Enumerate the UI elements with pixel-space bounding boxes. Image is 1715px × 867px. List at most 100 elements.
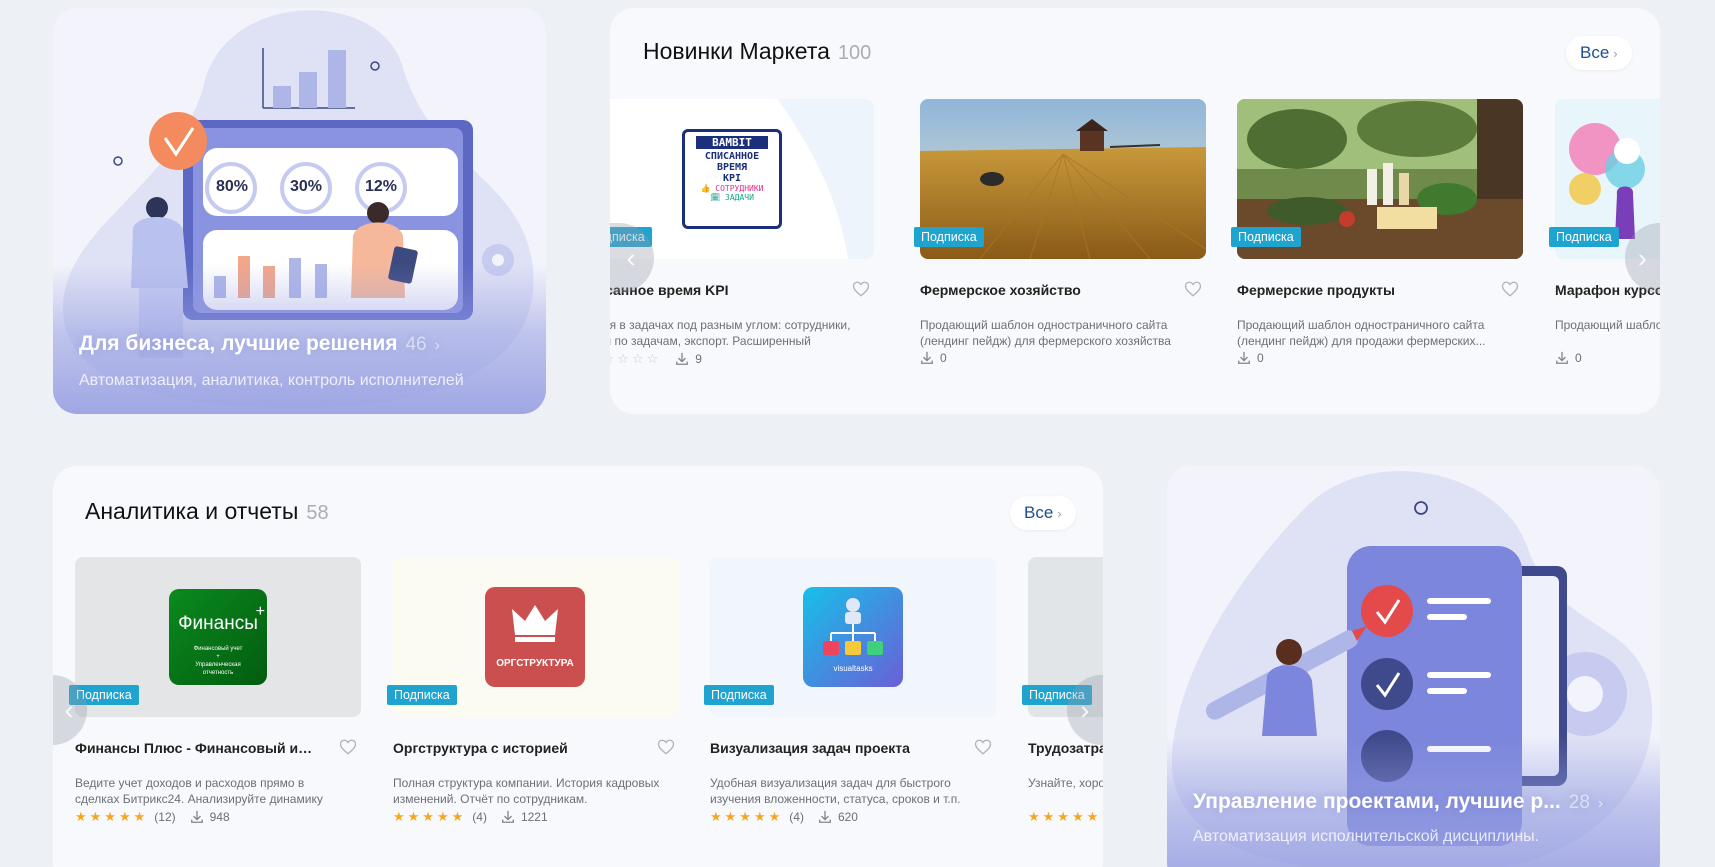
app-meta: ★★★★★ (4) 620 bbox=[710, 809, 858, 825]
finance-logo-name: Финансы + bbox=[178, 603, 265, 634]
download-count: 0 bbox=[940, 351, 947, 365]
app-title[interactable]: Оргструктура с историей bbox=[393, 740, 633, 756]
download-count: 620 bbox=[837, 810, 858, 824]
section-count: 58 bbox=[306, 502, 329, 524]
all-button[interactable]: Все › bbox=[1566, 36, 1632, 70]
section-title: Новинки Маркета 100 bbox=[643, 38, 871, 65]
app-meta: 0 bbox=[920, 351, 947, 365]
visualtasks-logo-name: visualtasks bbox=[833, 664, 873, 673]
rating-stars: ★★★★★ bbox=[710, 809, 784, 824]
org-logo-name: ОРГСТРУКТУРА bbox=[496, 658, 574, 669]
download-icon bbox=[921, 351, 933, 364]
chevron-right-icon: › bbox=[1613, 45, 1618, 61]
app-description: Продающий шаблон одностраничного сайта (… bbox=[1237, 318, 1486, 348]
all-button[interactable]: Все › bbox=[1010, 496, 1076, 530]
subscription-badge: Подписка bbox=[704, 685, 774, 705]
rating-stars: ★★★★★ bbox=[1028, 809, 1102, 824]
app-title[interactable]: Фермерское хозяйство bbox=[920, 282, 1160, 298]
download-icon bbox=[1556, 351, 1568, 364]
kpi-logo-line5: 🗓 ЗАДАЧИ bbox=[710, 193, 754, 202]
promo-business-count: 46 bbox=[405, 334, 427, 355]
kpi-logo: BAMBIT СПИСАННОЕ ВРЕМЯ KPI 👍 СОТРУДНИКИ … bbox=[682, 129, 782, 229]
promo-projects-card[interactable]: Управление проектами, лучшие р... 28 › Авт… bbox=[1167, 466, 1660, 867]
app-description: Удобная визуализация задач для быстрого … bbox=[710, 776, 961, 806]
rating-count: (12) bbox=[154, 810, 176, 824]
app-title[interactable]: Финансы Плюс - Финансовый и упра... bbox=[75, 740, 315, 756]
download-icon bbox=[502, 810, 514, 823]
analytics-section: Аналитика и отчеты 58 Все › Финансы + Финан… bbox=[53, 466, 1103, 867]
download-icon bbox=[1238, 351, 1250, 364]
app-meta: ★★★★★ bbox=[1028, 809, 1101, 825]
org-logo: ОРГСТРУКТУРА bbox=[485, 587, 585, 687]
app-description: Продающий шабло (лендинг пейдж) дл bbox=[1555, 318, 1660, 332]
rating-count: (4) bbox=[472, 810, 487, 824]
app-meta: ★★★★★ (12) 948 bbox=[75, 809, 230, 825]
promo-projects-subtitle: Автоматизация исполнительской дисциплины… bbox=[1193, 828, 1540, 845]
app-description: Узнайте, хоро bbox=[1028, 776, 1103, 790]
download-count: 9 bbox=[695, 352, 702, 366]
heart-icon[interactable] bbox=[1184, 280, 1202, 298]
all-button-label: Все bbox=[1580, 43, 1610, 62]
promo-projects-title-text: Управление проектами, лучшие р... bbox=[1193, 790, 1561, 813]
visualtasks-logo: visualtasks bbox=[803, 587, 903, 687]
download-icon bbox=[676, 352, 689, 365]
app-meta: 0 bbox=[1555, 351, 1582, 365]
app-description: Ведите учет доходов и расходов прямо в с… bbox=[75, 776, 323, 806]
heart-icon[interactable] bbox=[852, 280, 870, 298]
app-meta: ☆☆☆☆☆ 9 bbox=[610, 351, 702, 367]
promo-business-title[interactable]: Для бизнеса, лучшие решения 46 › bbox=[79, 332, 440, 356]
pct-12: 12% bbox=[365, 178, 398, 195]
rating-count: (4) bbox=[789, 810, 804, 824]
section-count: 100 bbox=[837, 42, 872, 64]
promo-projects-title[interactable]: Управление проектами, лучшие р... 28 › bbox=[1193, 790, 1603, 814]
download-count: 0 bbox=[1575, 351, 1582, 365]
kpi-logo-line1: СПИСАННОЕ bbox=[704, 151, 760, 162]
download-count: 0 bbox=[1257, 351, 1264, 365]
section-title-text: Аналитика и отчеты bbox=[85, 498, 299, 524]
pct-80: 80% bbox=[216, 178, 249, 195]
heart-icon[interactable] bbox=[657, 738, 675, 756]
chevron-right-icon: › bbox=[434, 337, 440, 354]
kpi-logo-line3: KPI bbox=[722, 173, 742, 184]
crown-icon bbox=[512, 605, 558, 642]
chevron-right-icon: › bbox=[1057, 505, 1062, 521]
promo-projects-count: 28 bbox=[1568, 792, 1590, 813]
download-count: 948 bbox=[209, 810, 230, 824]
subscription-badge: Подписка bbox=[1549, 227, 1619, 247]
rating-stars: ★★★★★ bbox=[75, 809, 149, 824]
download-icon bbox=[190, 810, 203, 823]
promo-business-subtitle: Автоматизация, аналитика, контроль испол… bbox=[79, 372, 464, 389]
rating-stars: ☆☆☆☆☆ bbox=[610, 351, 662, 366]
promo-business-card[interactable]: 80% 30% 12% Для бизнеса, лучшие решения 4… bbox=[53, 8, 546, 414]
rating-stars: ★★★★★ bbox=[393, 809, 467, 824]
hierarchy-icon bbox=[823, 598, 883, 655]
kpi-logo-line2: ВРЕМЯ bbox=[716, 162, 748, 173]
app-description: Полная структура компании. История кадро… bbox=[393, 776, 660, 806]
app-meta: 0 bbox=[1237, 351, 1264, 365]
finance-logo-caption: Финансовый учет + Управленческая отчетность bbox=[193, 646, 243, 676]
section-title-text: Новинки Маркета bbox=[643, 38, 830, 64]
app-description: Продающий шаблон одностраничного сайта (… bbox=[920, 318, 1171, 348]
market-new-section: Новинки Маркета 100 Все › BAMBIT СПИСАННОЕ… bbox=[610, 8, 1660, 414]
heart-icon[interactable] bbox=[339, 738, 357, 756]
app-title[interactable]: писанное время KPI bbox=[610, 282, 828, 298]
app-title[interactable]: Фермерские продукты bbox=[1237, 282, 1477, 298]
download-count: 1221 bbox=[520, 810, 548, 824]
download-icon bbox=[819, 810, 831, 823]
section-title: Аналитика и отчеты 58 bbox=[85, 498, 329, 525]
subscription-badge: Подписка bbox=[1231, 227, 1301, 247]
chevron-right-icon: › bbox=[1597, 795, 1604, 812]
finance-logo: Финансы + Финансовый учет + Управленческая о… bbox=[169, 589, 267, 685]
all-button-label: Все bbox=[1024, 503, 1054, 522]
kpi-logo-line4: 👍 СОТРУДНИКИ bbox=[700, 184, 764, 193]
subscription-badge: Подписка bbox=[914, 227, 984, 247]
heart-icon[interactable] bbox=[974, 738, 992, 756]
app-meta: ★★★★★ (4) 1221 bbox=[393, 809, 548, 825]
app-description: ремя в задачах под разным углом: сотрудн… bbox=[610, 318, 851, 348]
pct-30: 30% bbox=[290, 178, 323, 195]
promo-business-title-text: Для бизнеса, лучшие решения bbox=[79, 332, 398, 355]
subscription-badge: Подписка bbox=[387, 685, 457, 705]
kpi-logo-brand: BAMBIT bbox=[696, 136, 768, 149]
app-title[interactable]: Визуализация задач проекта bbox=[710, 740, 950, 756]
heart-icon[interactable] bbox=[1501, 280, 1519, 298]
